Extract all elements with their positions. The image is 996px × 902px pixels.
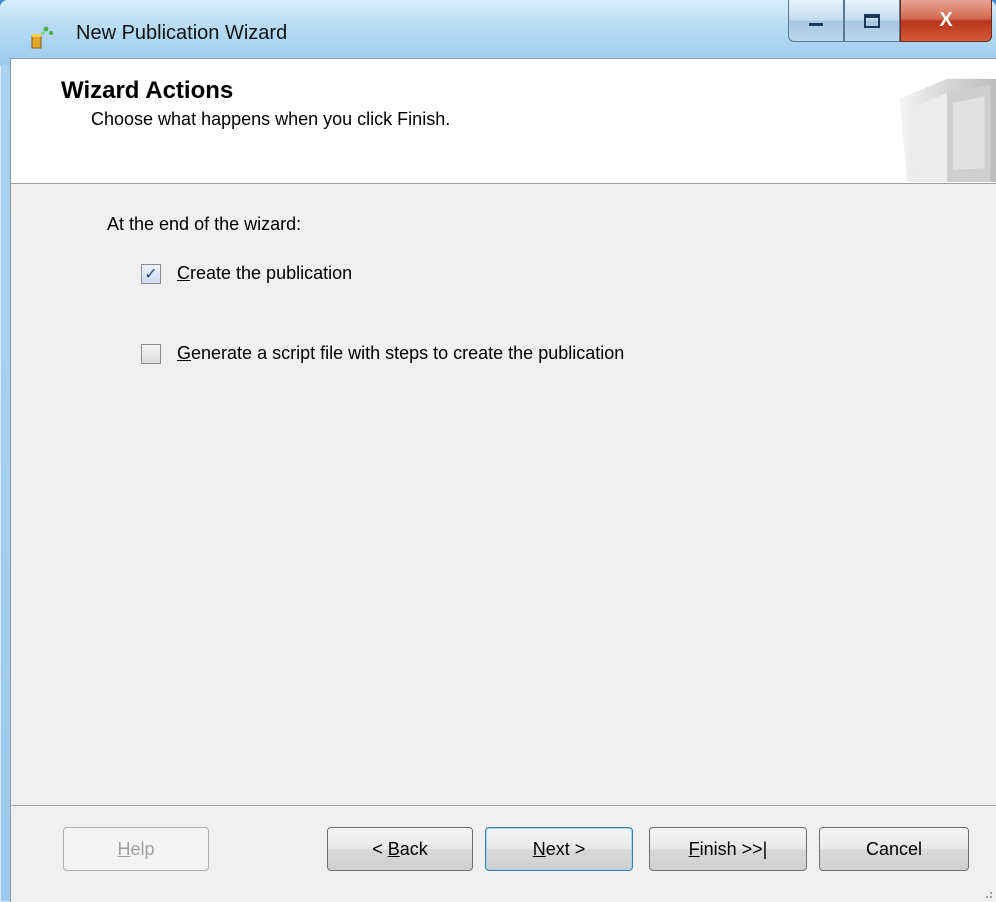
generate-script-label: Generate a script file with steps to cre…: [177, 343, 625, 363]
create-publication-option[interactable]: ✓ Create the publication: [141, 263, 352, 284]
generate-script-option[interactable]: Generate a script file with steps to cre…: [141, 343, 624, 364]
create-publication-label: Create the publication: [177, 263, 353, 283]
publication-wizard-icon: [31, 26, 53, 49]
prompt-label: At the end of the wizard:: [107, 214, 302, 234]
generate-script-checkbox[interactable]: [141, 343, 161, 364]
help-button[interactable]: Help: [63, 827, 209, 871]
window-controls: X: [788, 0, 992, 42]
help-button-label: Help: [117, 838, 155, 859]
maximize-button[interactable]: [844, 0, 900, 42]
finish-button-label: Finish >>|: [688, 838, 768, 859]
next-button-label: Next >: [532, 838, 586, 859]
resize-grip-icon[interactable]: [980, 886, 994, 900]
close-icon: X: [939, 9, 953, 31]
window-title: New Publication Wizard: [76, 22, 288, 44]
footer-divider: [11, 805, 996, 807]
cancel-button[interactable]: Cancel: [819, 827, 969, 871]
page-subtitle: Choose what happens when you click Finis…: [91, 109, 451, 129]
close-button[interactable]: X: [900, 0, 992, 42]
maximize-icon: [864, 13, 880, 28]
wizard-window: New Publication Wizard X Wizard Actions …: [0, 0, 996, 902]
cancel-button-label: Cancel: [865, 838, 923, 859]
finish-button[interactable]: Finish >>|: [649, 827, 807, 871]
back-button-label: < Back: [372, 838, 428, 859]
minimize-icon: [809, 22, 823, 26]
title-bar[interactable]: New Publication Wizard X: [0, 0, 996, 66]
back-button[interactable]: < Back: [327, 827, 473, 871]
wizard-client-area: Wizard Actions Choose what happens when …: [10, 58, 996, 902]
create-publication-checkbox[interactable]: ✓: [141, 263, 161, 284]
book-graphic-icon: [899, 78, 996, 182]
page-title: Wizard Actions: [61, 77, 234, 104]
checkmark-icon: ✓: [144, 265, 158, 283]
minimize-button[interactable]: [788, 0, 844, 42]
wizard-header: Wizard Actions Choose what happens when …: [11, 59, 996, 184]
next-button[interactable]: Next >: [485, 827, 633, 871]
